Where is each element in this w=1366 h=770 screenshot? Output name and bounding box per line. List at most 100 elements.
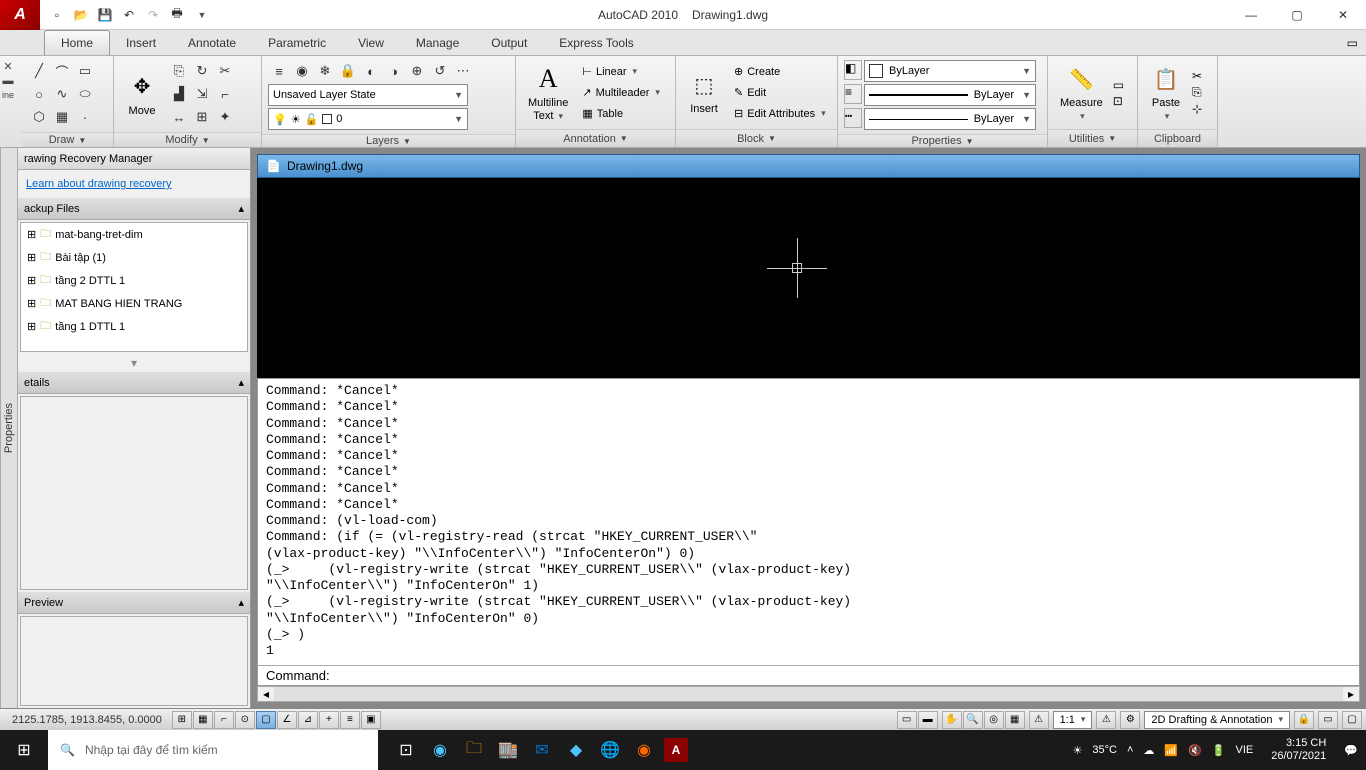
tab-manage[interactable]: Manage [400, 30, 475, 55]
zoom-button[interactable]: 🔍 [963, 711, 983, 729]
grid-button[interactable]: ▦ [193, 711, 213, 729]
otrack-button[interactable]: ∠ [277, 711, 297, 729]
anno-scale-dropdown[interactable]: 1:1▾ [1053, 711, 1093, 729]
undo-icon[interactable]: ↶ [118, 4, 140, 26]
properties-palette-tab[interactable]: Properties [0, 148, 18, 708]
app-menu-icon[interactable]: A [0, 0, 40, 30]
panel-annotation-title[interactable]: Annotation▼ [516, 129, 675, 147]
redo-icon[interactable]: ↷ [142, 4, 164, 26]
volume-icon[interactable]: 🔇 [1188, 744, 1202, 757]
tab-view[interactable]: View [342, 30, 400, 55]
tab-annotate[interactable]: Annotate [172, 30, 252, 55]
layer-current-dropdown[interactable]: 💡☀🔓 0▼ [268, 108, 468, 130]
mirror-icon[interactable]: ▟ [168, 83, 190, 105]
polygon-icon[interactable]: ⬡ [28, 106, 50, 128]
lineweight-picker-icon[interactable]: ≡ [844, 84, 862, 104]
scroll-left-icon[interactable]: ◂ [258, 687, 274, 701]
annovis-button[interactable]: ⚠ [1096, 711, 1116, 729]
weather-icon[interactable]: ☀ [1073, 744, 1083, 757]
workspace-dropdown[interactable]: 2D Drafting & Annotation▾ [1144, 711, 1290, 729]
ribbon-collapse-icon[interactable]: ▭ [1339, 36, 1366, 50]
osnap-button[interactable]: ▢ [256, 711, 276, 729]
store-icon[interactable]: 🏬 [494, 736, 522, 764]
hardware-button[interactable]: ▭ [1318, 711, 1338, 729]
match-icon[interactable]: ⊹ [1192, 102, 1202, 116]
layer-iso-icon[interactable]: ◐ [360, 60, 382, 82]
linetype-picker-icon[interactable]: ┅ [844, 108, 862, 128]
copy-icon[interactable]: ⎘ [168, 60, 190, 82]
wifi-icon[interactable]: 📶 [1164, 744, 1178, 757]
arc-icon[interactable]: ⌒ [51, 60, 73, 82]
app1-icon[interactable]: ◆ [562, 736, 590, 764]
layer-freeze-icon[interactable]: ❄ [314, 60, 336, 82]
temperature[interactable]: 35°C [1092, 744, 1117, 756]
panel-utilities-title[interactable]: Utilities▼ [1048, 129, 1137, 147]
linetype-dropdown[interactable]: ByLayer▼ [864, 108, 1036, 130]
insert-block-button[interactable]: ⬚ Insert [682, 67, 726, 117]
new-icon[interactable]: ▫ [46, 4, 68, 26]
panel-draw-title[interactable]: Draw▼ [22, 132, 113, 147]
taskview-icon[interactable]: ⊡ [392, 736, 420, 764]
table-button[interactable]: ▦Table [578, 104, 664, 124]
layer-lock-icon[interactable]: 🔒 [337, 60, 359, 82]
cloud-icon[interactable]: ☁ [1143, 744, 1154, 757]
language-indicator[interactable]: VIE [1236, 744, 1254, 756]
mail-icon[interactable]: ✉ [528, 736, 556, 764]
autocad-taskbar-icon[interactable]: A [664, 738, 688, 762]
command-scrollbar[interactable]: ◂▸ [257, 686, 1360, 702]
file-item[interactable]: ⊞🗀Bài tập (1) [21, 246, 247, 269]
layer-props-icon[interactable]: ≡ [268, 60, 290, 82]
lineweight-dropdown[interactable]: ByLayer▼ [864, 84, 1036, 106]
ducs-button[interactable]: ⊿ [298, 711, 318, 729]
circle-icon[interactable]: ○ [28, 83, 50, 105]
hatch-icon[interactable]: ▦ [51, 106, 73, 128]
pan-button[interactable]: ✋ [942, 711, 962, 729]
lock-ui-button[interactable]: 🔒 [1294, 711, 1314, 729]
clock[interactable]: 3:15 CH 26/07/2021 [1263, 737, 1334, 763]
print-icon[interactable]: 🖶 [166, 4, 188, 26]
edit-attr-button[interactable]: ⊟Edit Attributes▾ [730, 104, 830, 124]
recovery-link[interactable]: Learn about drawing recovery [18, 170, 250, 198]
drawing-canvas[interactable] [257, 178, 1360, 378]
coordinates-display[interactable]: 2125.1785, 1913.8455, 0.0000 [4, 714, 170, 726]
battery-icon[interactable]: 🔋 [1212, 744, 1226, 757]
annoscale-icon[interactable]: ⚠ [1029, 711, 1049, 729]
start-button[interactable]: ⊞ [0, 730, 48, 770]
array-icon[interactable]: ⊞ [191, 106, 213, 128]
app2-icon[interactable]: ◉ [630, 736, 658, 764]
minimize-button[interactable]: — [1228, 0, 1274, 30]
save-icon[interactable]: 💾 [94, 4, 116, 26]
panel-properties-title[interactable]: Properties▼ [838, 134, 1047, 147]
open-icon[interactable]: 📂 [70, 4, 92, 26]
workspace-icon[interactable]: ⚙ [1120, 711, 1140, 729]
lwt-button[interactable]: ≡ [340, 711, 360, 729]
snap-button[interactable]: ⊞ [172, 711, 192, 729]
clean-screen-button[interactable]: ▢ [1342, 711, 1362, 729]
rect-icon[interactable]: ▭ [74, 60, 96, 82]
steering-button[interactable]: ◎ [984, 711, 1004, 729]
edit-block-button[interactable]: ✎Edit [730, 83, 830, 103]
layer-match-icon[interactable]: ⊕ [406, 60, 428, 82]
side-close-icon[interactable]: ✕ [0, 60, 16, 74]
layer-uniso-icon[interactable]: ◑ [383, 60, 405, 82]
chrome-icon[interactable]: 🌐 [596, 736, 624, 764]
explode-icon[interactable]: ✦ [214, 106, 236, 128]
paste-button[interactable]: 📋 Paste▾ [1144, 61, 1188, 123]
details-header[interactable]: etails▴ [18, 372, 250, 394]
color-picker-icon[interactable]: ◧ [844, 60, 862, 80]
explorer-icon[interactable]: 🗀 [460, 736, 488, 764]
layer-more-icon[interactable]: ⋯ [452, 60, 474, 82]
ellipse-icon[interactable]: ⬭ [74, 83, 96, 105]
close-button[interactable]: ✕ [1320, 0, 1366, 30]
ortho-button[interactable]: ⌐ [214, 711, 234, 729]
mleader-button[interactable]: ↗Multileader▾ [578, 83, 664, 103]
rotate-icon[interactable]: ↻ [191, 60, 213, 82]
qat-dropdown-icon[interactable]: ▼ [190, 4, 212, 26]
tab-express[interactable]: Express Tools [543, 30, 649, 55]
scale-icon[interactable]: ⇲ [191, 83, 213, 105]
document-tab[interactable]: 📄Drawing1.dwg [257, 154, 1360, 178]
stretch-icon[interactable]: ↔ [168, 106, 190, 128]
command-history[interactable]: Command: *Cancel* Command: *Cancel* Comm… [258, 379, 1359, 665]
spline-icon[interactable]: ∿ [51, 83, 73, 105]
color-dropdown[interactable]: ByLayer▼ [864, 60, 1036, 82]
